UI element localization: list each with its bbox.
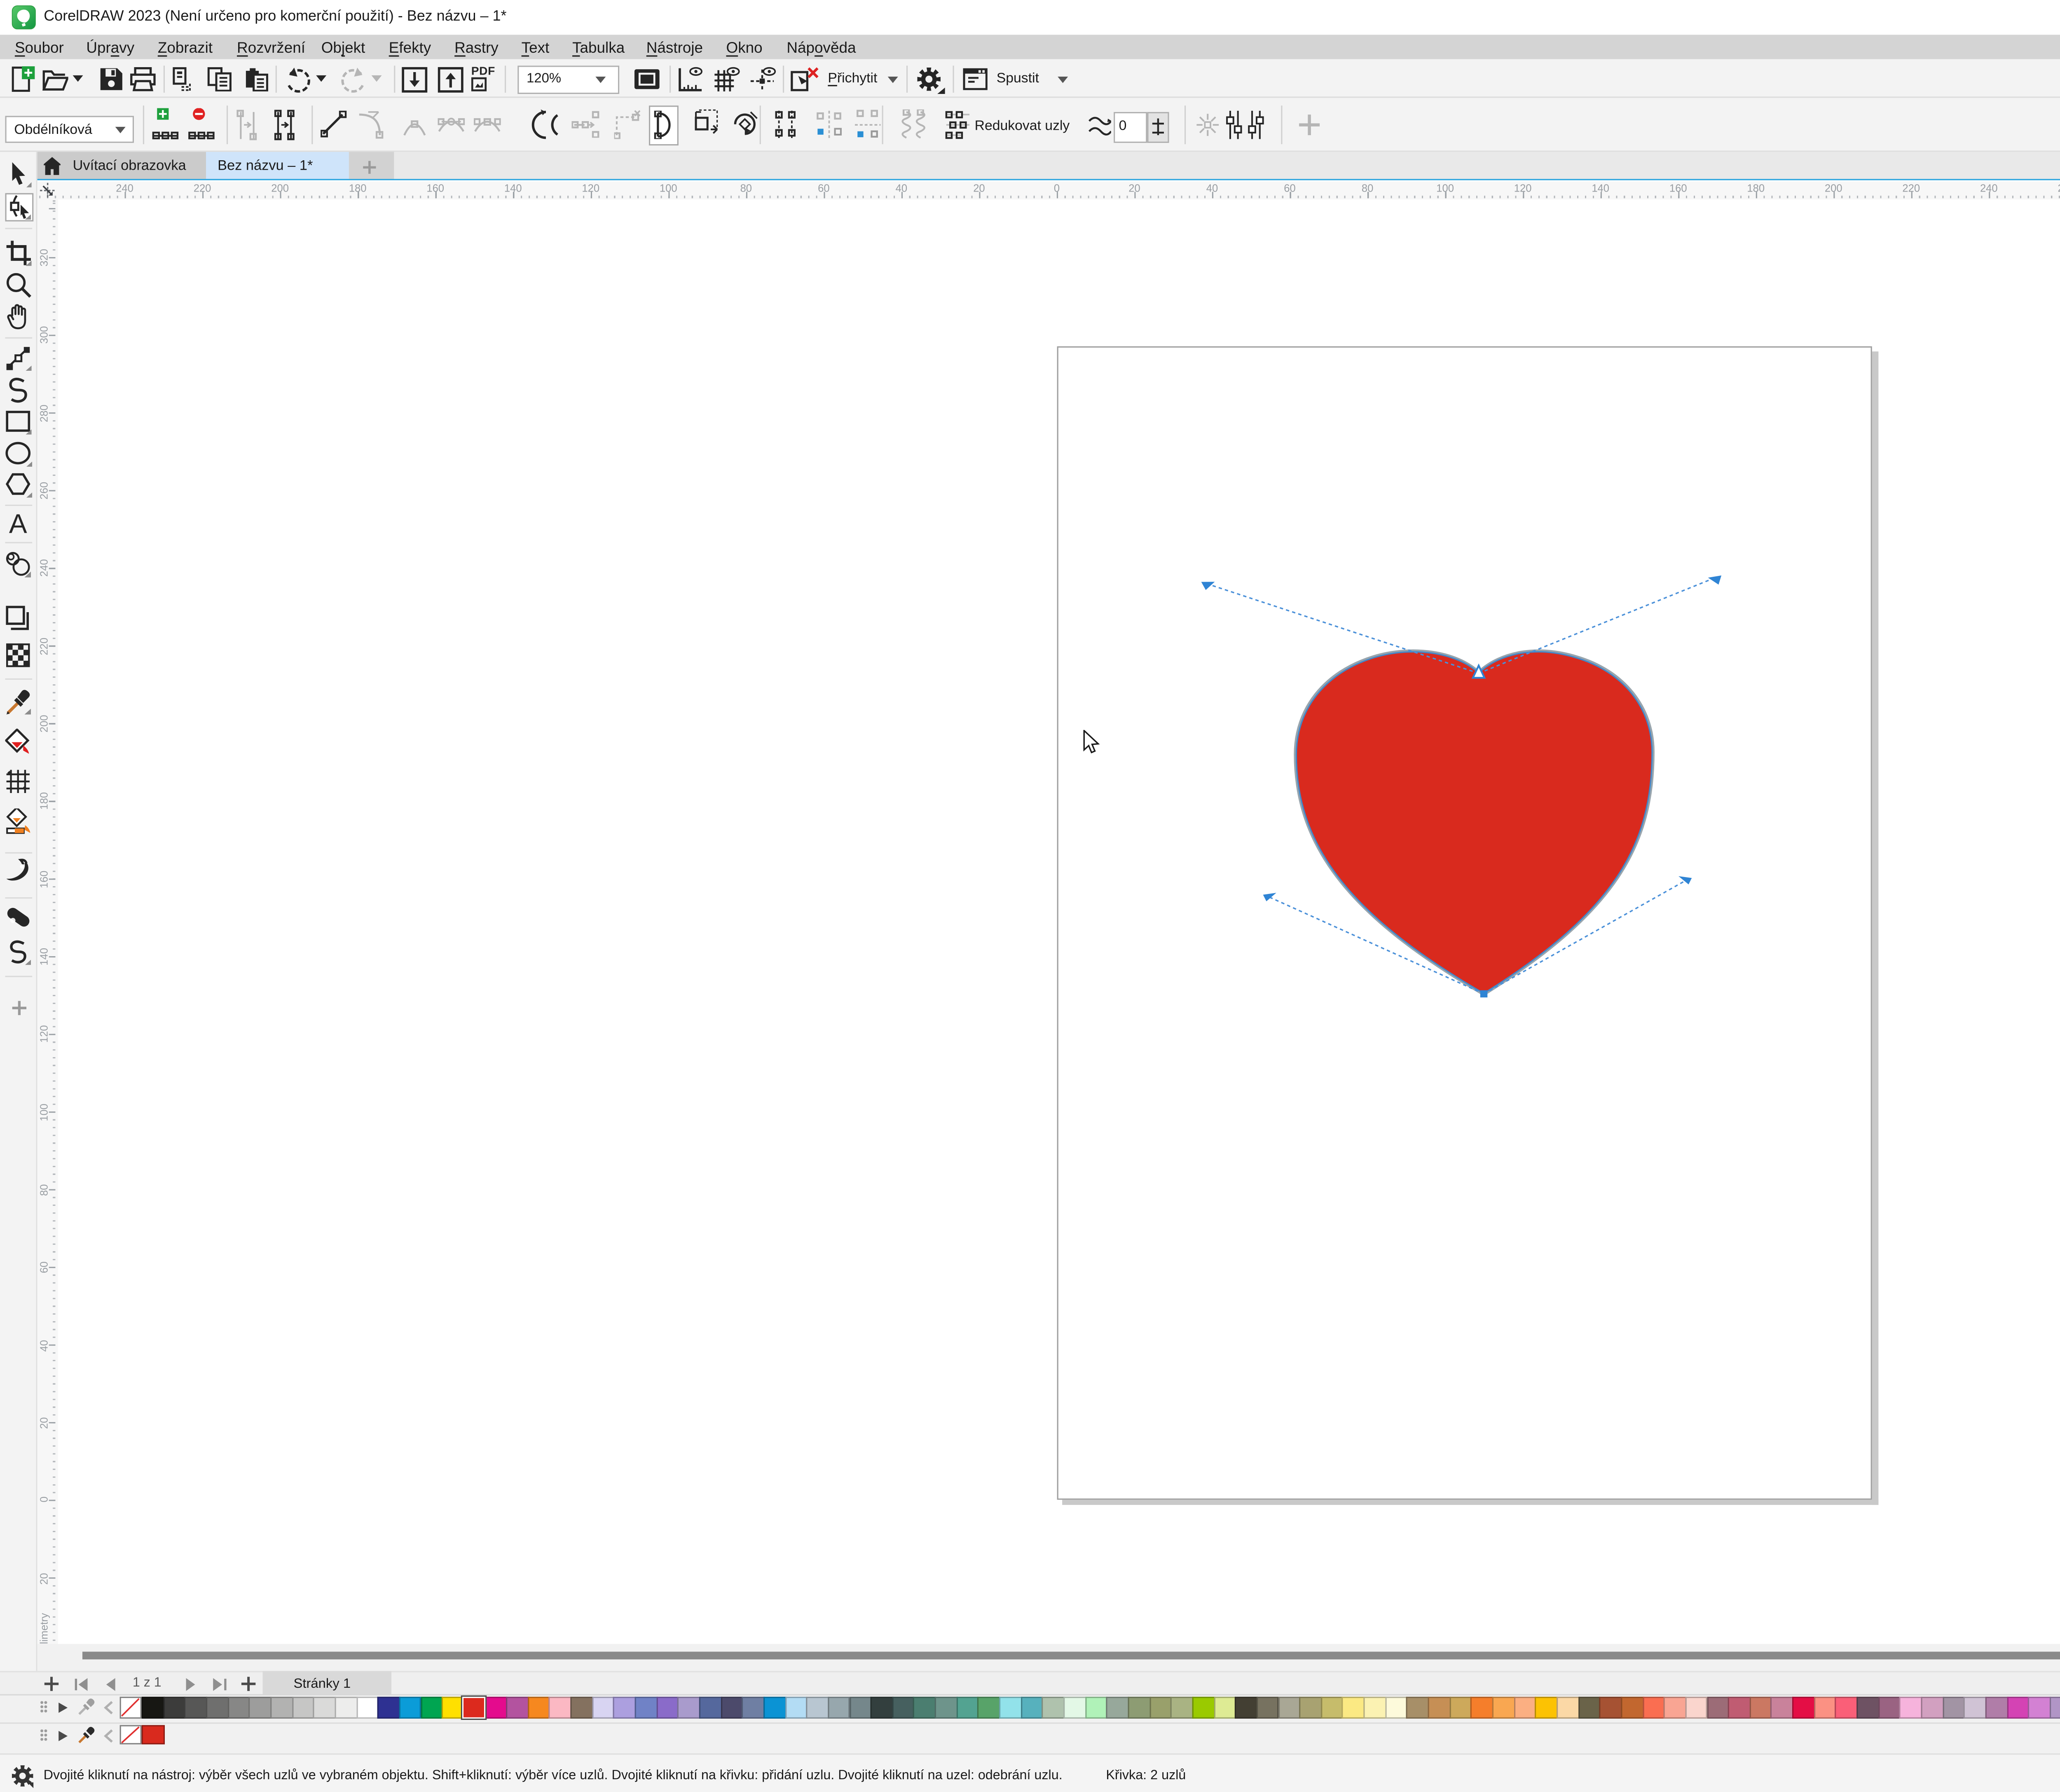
- svg-text:A: A: [9, 510, 27, 538]
